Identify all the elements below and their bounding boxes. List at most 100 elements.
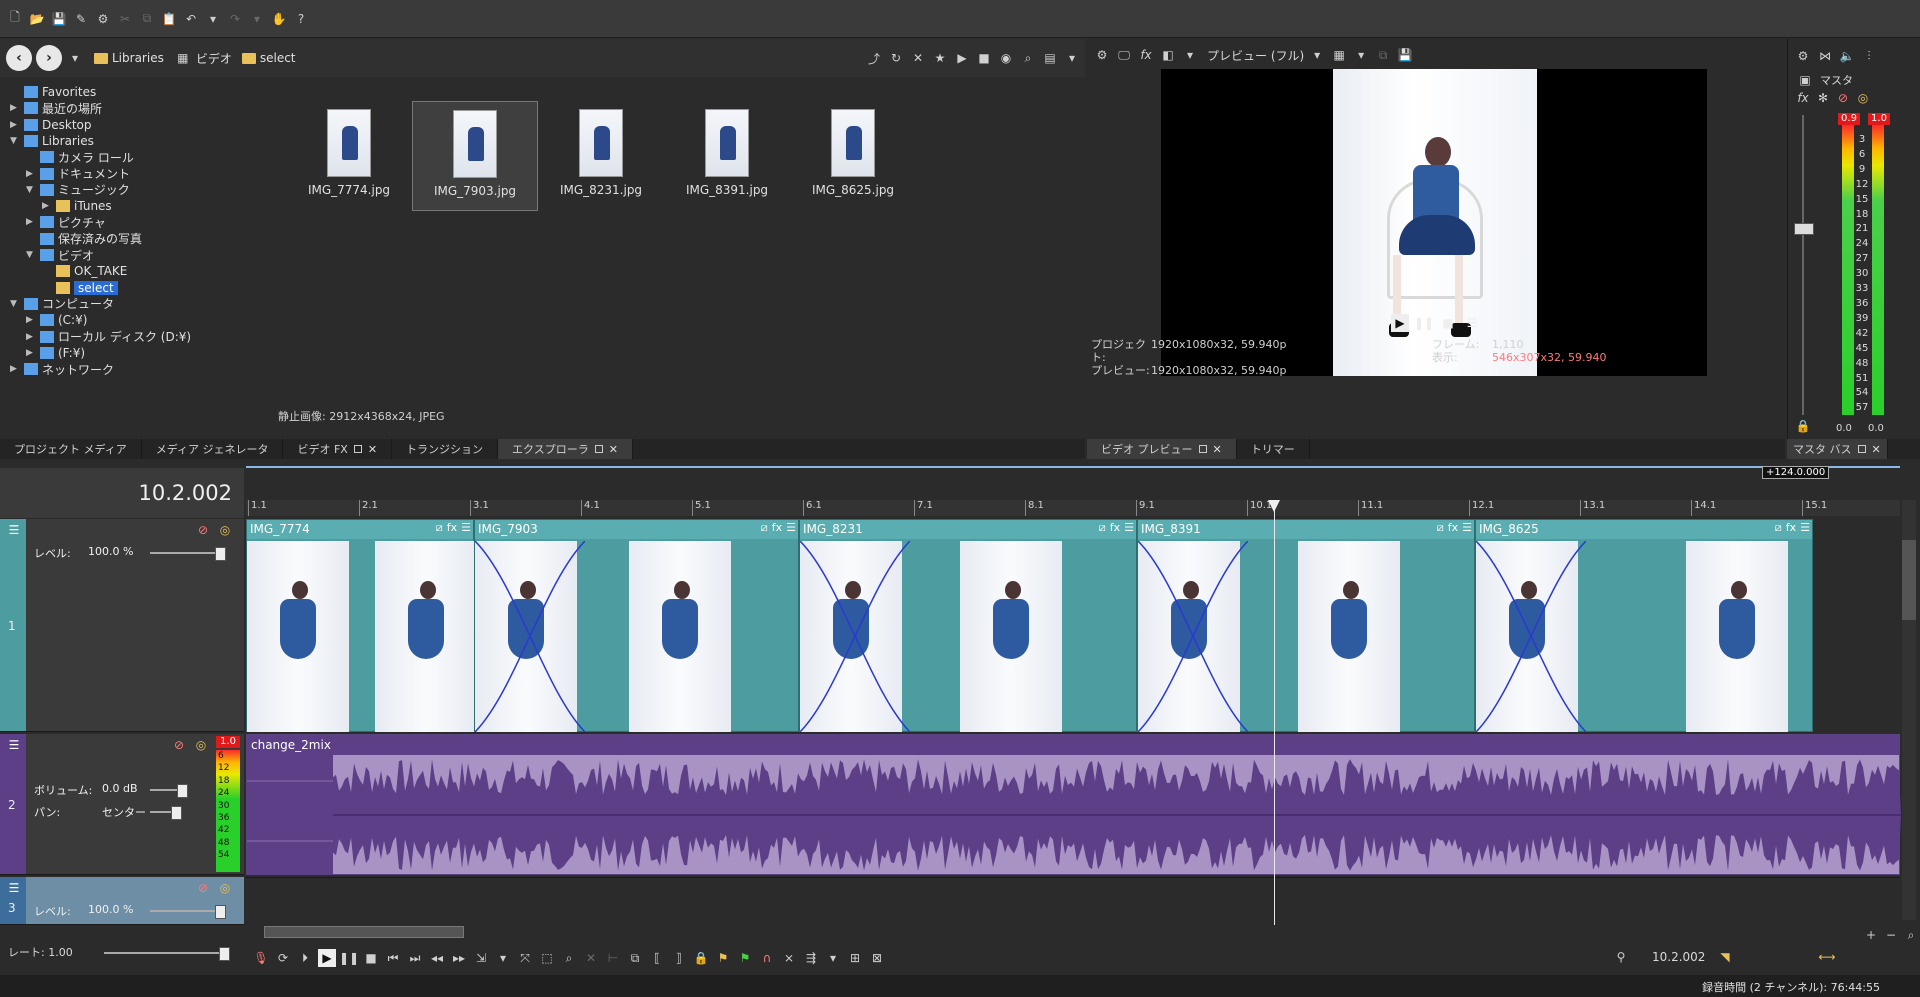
timecode-display[interactable]: 10.2.002 — [0, 468, 244, 518]
master-checkbox-icon[interactable]: ▣ — [1796, 71, 1814, 89]
master-settings-icon[interactable]: ⚙ — [1794, 47, 1812, 65]
tab-master-bus[interactable]: マスタ バス ✕ — [1787, 439, 1888, 459]
split-icon[interactable]: ⧉ — [626, 949, 644, 967]
breadcrumb-libraries[interactable]: Libraries — [94, 51, 164, 65]
solo-icon[interactable]: ◎ — [192, 736, 210, 754]
close-icon[interactable]: ✕ — [368, 443, 377, 456]
tree-item[interactable]: ▶ ドキュメント — [26, 165, 130, 183]
track-header-2[interactable]: ☰ 2 ⊘ ◎ ボリューム: 0.0 dB パン: センター 1.0 6 12 18… — [0, 734, 244, 875]
crop-icon[interactable]: ⧄ — [1099, 521, 1106, 535]
expand-arrow-icon[interactable]: ▶ — [10, 103, 20, 113]
undock-icon[interactable] — [594, 445, 603, 453]
crop-icon[interactable]: ⧄ — [436, 521, 443, 535]
edit-tool-icon[interactable]: ⇲ — [472, 949, 490, 967]
tree-item[interactable]: ▼ ミュージック — [26, 181, 130, 199]
copy-snapshot-icon[interactable]: ⧉ — [1374, 46, 1392, 64]
mute-icon[interactable]: ⊘ — [1834, 89, 1852, 107]
view-icon[interactable]: ▤ — [1041, 49, 1059, 67]
fx-icon[interactable]: fx — [1137, 46, 1155, 64]
pause-icon[interactable]: ❚❚ — [339, 949, 359, 967]
split-dropdown-icon[interactable]: ▾ — [1181, 46, 1199, 64]
help-icon[interactable]: ? — [292, 10, 310, 28]
tab-explorer[interactable]: エクスプローラ ✕ — [498, 439, 633, 459]
mute-icon[interactable]: ⊘ — [170, 736, 188, 754]
forward-button[interactable]: › — [36, 45, 62, 71]
file-thumbnail[interactable]: IMG_7903.jpg — [412, 101, 538, 211]
preview-quality-select[interactable]: プレビュー (フル) — [1207, 47, 1304, 64]
overlay-grid-icon[interactable]: ▦ — [1330, 46, 1348, 64]
tab-project-media[interactable]: プロジェクト メディア — [0, 439, 142, 459]
copy-icon[interactable]: ⧉ — [138, 10, 156, 28]
zoom-search-icon[interactable]: ⌕ — [1902, 926, 1920, 944]
collapse-arrow-icon[interactable]: ▼ — [10, 136, 20, 146]
tree-item[interactable]: ▼ コンピュータ — [10, 295, 114, 313]
play-button[interactable]: ▶ — [1391, 314, 1409, 332]
track-header-1[interactable]: ☰ 1 ⊘ ◎ レベル: 100.0 % — [0, 519, 244, 732]
video-event[interactable]: IMG_8231 ⧄ fx ☰ — [799, 519, 1137, 732]
file-thumbnail[interactable]: IMG_7774.jpg — [286, 101, 412, 211]
tab-trimmer[interactable]: トリマー — [1237, 439, 1310, 459]
track-menu-icon[interactable]: ☰ — [5, 879, 23, 897]
tree-item[interactable]: ▶ (F:¥) — [26, 344, 85, 362]
tree-item[interactable]: ▶ ネットワーク — [10, 360, 114, 378]
crossfade-curve[interactable] — [1138, 541, 1248, 732]
expand-arrow-icon[interactable]: ▶ — [26, 217, 36, 227]
expand-arrow-icon[interactable]: ▶ — [10, 120, 20, 130]
trim-end-icon[interactable]: ⟧ — [670, 949, 688, 967]
expand-arrow-icon[interactable]: ▶ — [42, 201, 52, 211]
master-fader[interactable] — [1794, 223, 1814, 235]
save-icon[interactable]: 💾 — [50, 10, 68, 28]
tab-media-generator[interactable]: メディア ジェネレータ — [142, 439, 284, 459]
menu-icon[interactable]: ☰ — [1463, 314, 1481, 332]
crop-icon[interactable]: ⧄ — [761, 521, 768, 535]
rate-slider[interactable] — [104, 947, 230, 961]
undo-dropdown-icon[interactable]: ▾ — [204, 10, 222, 28]
event-menu-icon[interactable]: ☰ — [786, 521, 796, 535]
open-folder-icon[interactable]: 📂 — [28, 10, 46, 28]
collapse-arrow-icon[interactable]: ▼ — [10, 299, 20, 309]
paste-icon[interactable]: 📋 — [160, 10, 178, 28]
collapse-arrow-icon[interactable]: ▼ — [26, 250, 36, 260]
close-icon[interactable]: ✕ — [1872, 443, 1881, 456]
playhead-line[interactable] — [1274, 500, 1275, 925]
undock-icon[interactable] — [1857, 445, 1866, 453]
selection-tool-icon[interactable]: ⬚ — [538, 949, 556, 967]
tab-transitions[interactable]: トランジション — [392, 439, 499, 459]
ripple-edit-icon[interactable]: ⇶ — [802, 949, 820, 967]
delete-icon[interactable]: ✕ — [909, 49, 927, 67]
track-menu-icon[interactable]: ☰ — [5, 736, 23, 754]
pan-slider[interactable] — [150, 806, 182, 820]
ripple-dropdown-icon[interactable]: ▾ — [824, 949, 842, 967]
auto-preview-icon[interactable]: ◉ — [997, 49, 1015, 67]
close-icon[interactable]: ✕ — [1213, 443, 1222, 456]
cursor-position[interactable]: 10.2.002 — [1652, 950, 1705, 964]
tree-item[interactable]: OK_TAKE — [42, 262, 127, 280]
tree-item[interactable]: select — [42, 279, 118, 297]
fx-icon[interactable]: fx — [1786, 521, 1796, 535]
refresh-icon[interactable]: ↻ — [887, 49, 905, 67]
redo-icon[interactable]: ↷ — [226, 10, 244, 28]
lock-icon[interactable]: 🔒 — [1794, 417, 1812, 435]
crop-icon[interactable]: ⧄ — [1775, 521, 1782, 535]
event-menu-icon[interactable]: ☰ — [1462, 521, 1472, 535]
up-folder-icon[interactable]: ⤴ — [865, 49, 883, 67]
solo-icon[interactable]: ◎ — [1854, 89, 1872, 107]
crop-icon[interactable]: ⧄ — [1437, 521, 1444, 535]
tree-item[interactable]: ▼ Libraries — [10, 132, 94, 150]
settings-icon[interactable]: ⚙ — [94, 10, 112, 28]
track-header-3[interactable]: ☰ 3 ⊘ ◎ レベル: 100.0 % — [0, 877, 244, 925]
go-to-end-icon[interactable]: ⏭ — [406, 949, 424, 967]
tree-item[interactable]: 保存済みの写真 — [26, 230, 142, 248]
zoom-tool-icon[interactable]: ⌕ — [560, 949, 578, 967]
fx-icon[interactable]: fx — [1448, 521, 1458, 535]
quality-dropdown-icon[interactable]: ▾ — [1308, 46, 1326, 64]
video-event[interactable]: IMG_7903 ⧄ fx ☰ — [474, 519, 799, 732]
event-menu-icon[interactable]: ☰ — [1800, 521, 1810, 535]
snap-icon[interactable]: ∩ — [758, 949, 776, 967]
downmix-icon[interactable]: ⋈ — [1816, 47, 1834, 65]
play-from-start-icon[interactable]: ⏵ — [296, 949, 314, 967]
trim-start-icon[interactable]: ⟦ — [648, 949, 666, 967]
event-menu-icon[interactable]: ☰ — [1124, 521, 1134, 535]
ignore-grouping-icon[interactable]: ⊠ — [868, 949, 886, 967]
view-dropdown-icon[interactable]: ▾ — [1063, 49, 1081, 67]
